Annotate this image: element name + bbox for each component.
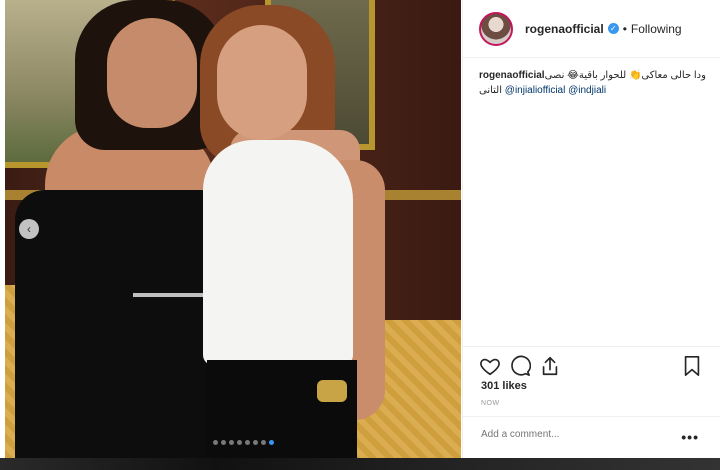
carousel-dot — [229, 440, 234, 445]
post-caption: rogenaofficial ودا حالى معاكى👏 للحوار با… — [479, 68, 709, 98]
post-modal: ‹ rogenaofficial ✓ • Following rogenaoff… — [0, 0, 720, 458]
carousel-dot-active — [269, 440, 274, 445]
carousel-dot — [221, 440, 226, 445]
following-button[interactable]: Following — [631, 22, 682, 36]
avatar[interactable] — [479, 11, 513, 46]
bookmark-icon[interactable] — [681, 355, 703, 377]
more-options-icon[interactable]: ••• — [681, 429, 699, 445]
chevron-left-icon[interactable]: ‹ — [19, 219, 39, 239]
person-left — [15, 0, 230, 458]
background-strip — [0, 458, 720, 470]
caption-text-2: التانى — [479, 85, 505, 96]
post-sidebar: rogenaofficial ✓ • Following rogenaoffic… — [462, 0, 720, 458]
mention-link[interactable]: @indjiali — [568, 85, 606, 96]
comment-box: ••• — [463, 416, 720, 458]
post-timestamp: NOW — [481, 400, 500, 407]
comment-icon[interactable] — [509, 355, 531, 377]
heart-icon[interactable] — [479, 355, 501, 377]
post-photo[interactable]: ‹ — [5, 0, 461, 458]
likes-count[interactable]: 301 likes — [481, 380, 527, 392]
caption-username[interactable]: rogenaofficial — [479, 70, 545, 81]
person-right — [195, 0, 395, 458]
carousel-dot — [213, 440, 218, 445]
caption-text: ودا حالى معاكى👏 للحوار باقية😂 نصى — [544, 70, 709, 81]
separator-dot: • — [622, 21, 627, 36]
carousel-dot — [261, 440, 266, 445]
username[interactable]: rogenaofficial — [525, 22, 604, 36]
verified-badge-icon: ✓ — [607, 23, 619, 34]
comment-input[interactable] — [481, 429, 661, 440]
mention-link[interactable]: @injialiofficial — [505, 85, 566, 96]
carousel-dot — [245, 440, 250, 445]
carousel-dots — [213, 440, 274, 445]
carousel-dot — [253, 440, 258, 445]
share-icon[interactable] — [539, 355, 561, 377]
post-header: rogenaofficial ✓ • Following — [463, 0, 720, 58]
carousel-dot — [237, 440, 242, 445]
